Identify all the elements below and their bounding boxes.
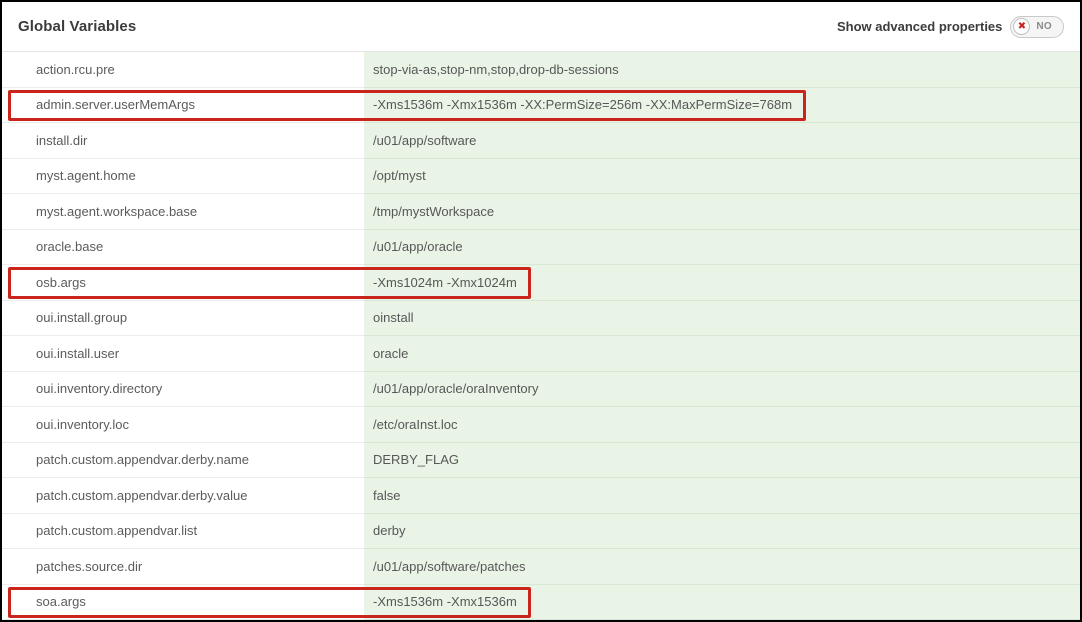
table-row[interactable]: oui.inventory.loc /etc/oraInst.loc xyxy=(2,407,1080,443)
variable-name: osb.args xyxy=(2,265,364,301)
table-row[interactable]: osb.args -Xms1024m -Xmx1024m xyxy=(2,265,1080,301)
variable-value: -Xms1024m -Xmx1024m xyxy=(373,275,517,290)
table-row[interactable]: oui.install.group oinstall xyxy=(2,301,1080,337)
variable-name: soa.args xyxy=(2,585,364,621)
advanced-properties-label: Show advanced properties xyxy=(837,19,1002,34)
variable-value: -Xms1536m -Xmx1536m -XX:PermSize=256m -X… xyxy=(373,97,792,112)
variables-table: action.rcu.pre stop-via-as,stop-nm,stop,… xyxy=(2,52,1080,620)
variable-value: /etc/oraInst.loc xyxy=(373,417,458,432)
variable-name: myst.agent.workspace.base xyxy=(2,194,364,230)
variable-name: admin.server.userMemArgs xyxy=(2,88,364,124)
variable-name: patch.custom.appendvar.list xyxy=(2,514,364,550)
variable-name: action.rcu.pre xyxy=(2,52,364,88)
table-row[interactable]: myst.agent.home /opt/myst xyxy=(2,159,1080,195)
table-row[interactable]: patch.custom.appendvar.derby.name DERBY_… xyxy=(2,443,1080,479)
panel-header: Global Variables Show advanced propertie… xyxy=(2,2,1080,52)
table-row[interactable]: patches.source.dir /u01/app/software/pat… xyxy=(2,549,1080,585)
table-row[interactable]: patch.custom.appendvar.list derby xyxy=(2,514,1080,550)
toggle-state-text: NO xyxy=(1030,21,1061,32)
table-row[interactable]: oracle.base /u01/app/oracle xyxy=(2,230,1080,266)
table-row[interactable]: action.rcu.pre stop-via-as,stop-nm,stop,… xyxy=(2,52,1080,88)
variable-value: /u01/app/software xyxy=(373,133,476,148)
variable-value: derby xyxy=(373,523,406,538)
variable-name: myst.agent.home xyxy=(2,159,364,195)
variable-value: /u01/app/software/patches xyxy=(373,559,526,574)
advanced-properties-control: Show advanced properties ✖ NO xyxy=(837,16,1064,38)
table-row[interactable]: oui.install.user oracle xyxy=(2,336,1080,372)
variable-name: oui.inventory.loc xyxy=(2,407,364,443)
toggle-x-icon: ✖ xyxy=(1013,18,1030,35)
table-row[interactable]: install.dir /u01/app/software xyxy=(2,123,1080,159)
variable-name: oui.install.user xyxy=(2,336,364,372)
table-row[interactable]: soa.args -Xms1536m -Xmx1536m xyxy=(2,585,1080,621)
table-row[interactable]: patch.custom.appendvar.derby.value false xyxy=(2,478,1080,514)
advanced-properties-toggle[interactable]: ✖ NO xyxy=(1010,16,1064,38)
table-row[interactable]: oui.inventory.directory /u01/app/oracle/… xyxy=(2,372,1080,408)
variable-name: patch.custom.appendvar.derby.value xyxy=(2,478,364,514)
variable-name: oui.install.group xyxy=(2,301,364,337)
variable-value: /tmp/mystWorkspace xyxy=(373,204,494,219)
variable-value: -Xms1536m -Xmx1536m xyxy=(373,594,517,609)
variable-name: patches.source.dir xyxy=(2,549,364,585)
variable-value: stop-via-as,stop-nm,stop,drop-db-session… xyxy=(373,62,619,77)
variable-value: /u01/app/oracle xyxy=(373,239,463,254)
variable-name: oracle.base xyxy=(2,230,364,266)
global-variables-panel: Global Variables Show advanced propertie… xyxy=(0,0,1082,622)
variable-name: oui.inventory.directory xyxy=(2,372,364,408)
variable-name: install.dir xyxy=(2,123,364,159)
variable-value: /u01/app/oracle/oraInventory xyxy=(373,381,539,396)
page-title: Global Variables xyxy=(18,18,136,35)
variable-value: oinstall xyxy=(373,310,413,325)
variable-value: /opt/myst xyxy=(373,168,426,183)
table-row[interactable]: admin.server.userMemArgs -Xms1536m -Xmx1… xyxy=(2,88,1080,124)
variable-value: false xyxy=(373,488,400,503)
variable-value: oracle xyxy=(373,346,408,361)
table-row[interactable]: myst.agent.workspace.base /tmp/mystWorks… xyxy=(2,194,1080,230)
variable-name: patch.custom.appendvar.derby.name xyxy=(2,443,364,479)
variable-value: DERBY_FLAG xyxy=(373,452,459,467)
